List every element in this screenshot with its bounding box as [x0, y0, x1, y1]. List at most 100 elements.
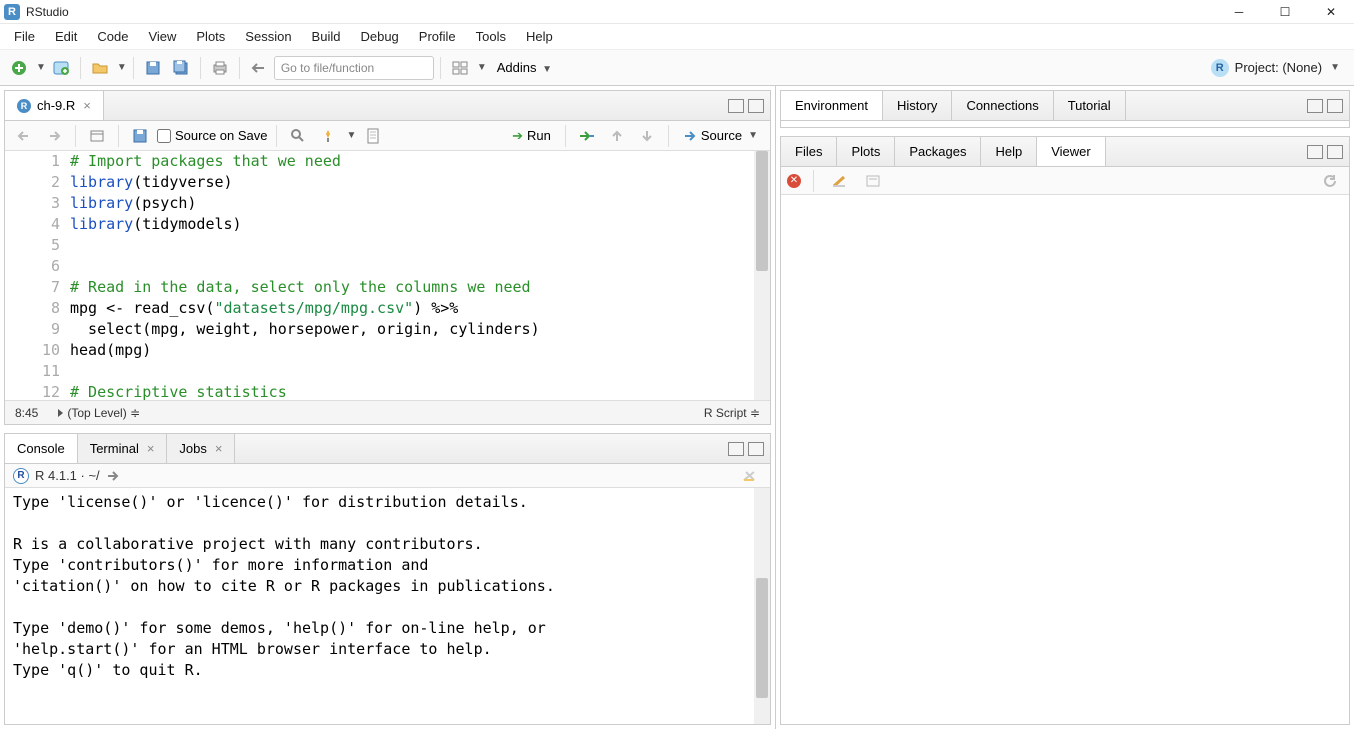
menu-plots[interactable]: Plots [186, 25, 235, 48]
console-pane: ConsoleTerminal×Jobs× R R 4.1.1 · ~/ Typ… [4, 433, 771, 725]
pane-minimize-icon[interactable] [1307, 99, 1323, 113]
console-tab-terminal[interactable]: Terminal× [78, 434, 168, 463]
goto-previous-button[interactable] [246, 56, 272, 80]
viewer-toolbar: ✕ [781, 167, 1349, 195]
menu-session[interactable]: Session [235, 25, 301, 48]
console-tab-console[interactable]: Console [5, 434, 78, 463]
console-output[interactable]: Type 'license()' or 'licence()' for dist… [5, 488, 770, 724]
panes-dropdown[interactable]: ▼ [477, 62, 487, 73]
down-section-button[interactable] [634, 124, 660, 148]
cursor-position: 8:45 [15, 406, 38, 420]
nav-forward-button[interactable] [41, 124, 67, 148]
env-tab-history[interactable]: History [883, 91, 952, 120]
save-button[interactable] [140, 56, 166, 80]
addins-menu[interactable]: Addins ▼ [489, 56, 560, 79]
save-source-button[interactable] [127, 124, 153, 148]
clear-viewer-button[interactable] [826, 169, 852, 193]
menu-bar: FileEditCodeViewPlotsSessionBuildDebugPr… [0, 24, 1354, 50]
viewer-pane: FilesPlotsPackagesHelpViewer ✕ [780, 136, 1350, 725]
files-tab-viewer[interactable]: Viewer [1037, 137, 1106, 166]
toolbar-separator [440, 57, 441, 79]
toolbar-separator [133, 57, 134, 79]
pane-maximize-icon[interactable] [748, 99, 764, 113]
close-button[interactable]: ✕ [1308, 0, 1354, 24]
source-button[interactable]: Source ▼ [677, 126, 764, 145]
project-menu[interactable]: R Project: (None) ▼ [1211, 59, 1348, 77]
find-button[interactable] [285, 124, 311, 148]
remove-viewer-item-button[interactable]: ✕ [787, 174, 801, 188]
rerun-button[interactable] [574, 124, 600, 148]
source-pane: R ch-9.R × Source on Save [4, 90, 771, 425]
goto-file-input[interactable]: Go to file/function [274, 56, 434, 80]
close-tab-icon[interactable]: × [215, 441, 223, 456]
files-tab-packages[interactable]: Packages [895, 137, 981, 166]
code-tools-button[interactable] [315, 124, 341, 148]
editor-scrollbar[interactable] [754, 151, 770, 400]
app-title: RStudio [26, 5, 69, 19]
pane-maximize-icon[interactable] [1327, 145, 1343, 159]
show-in-new-window-button[interactable] [84, 124, 110, 148]
minimize-button[interactable]: ─ [1216, 0, 1262, 24]
pane-minimize-icon[interactable] [728, 99, 744, 113]
save-all-button[interactable] [168, 56, 194, 80]
nav-back-button[interactable] [11, 124, 37, 148]
source-statusbar: 8:45 (Top Level) ≑ R Script ≑ [5, 400, 770, 424]
menu-file[interactable]: File [4, 25, 45, 48]
files-tab-help[interactable]: Help [981, 137, 1037, 166]
open-recent-dropdown[interactable]: ▼ [117, 62, 127, 73]
source-toolbar: Source on Save ▼ ➔Run Source ▼ [5, 121, 770, 151]
files-tab-plots[interactable]: Plots [837, 137, 895, 166]
clear-console-button[interactable] [736, 464, 762, 488]
menu-edit[interactable]: Edit [45, 25, 87, 48]
print-button[interactable] [207, 56, 233, 80]
open-file-button[interactable] [87, 56, 113, 80]
r-file-icon: R [17, 99, 31, 113]
app-logo-icon: R [4, 4, 20, 20]
run-label: Run [527, 128, 551, 143]
menu-build[interactable]: Build [302, 25, 351, 48]
file-type-label[interactable]: R Script ≑ [704, 406, 760, 420]
menu-view[interactable]: View [138, 25, 186, 48]
console-scrollbar[interactable] [754, 488, 770, 724]
console-tab-jobs[interactable]: Jobs× [167, 434, 235, 463]
new-project-button[interactable] [48, 56, 74, 80]
title-bar: R RStudio ─ ☐ ✕ [0, 0, 1354, 24]
close-tab-icon[interactable]: × [83, 98, 91, 113]
compile-report-button[interactable] [360, 124, 386, 148]
menu-profile[interactable]: Profile [409, 25, 466, 48]
source-on-save-checkbox[interactable]: Source on Save [157, 128, 268, 143]
viewer-body [781, 195, 1349, 724]
source-label: Source [701, 128, 742, 143]
r-project-icon: R [1211, 59, 1229, 77]
console-header: R R 4.1.1 · ~/ [5, 464, 770, 488]
menu-debug[interactable]: Debug [350, 25, 408, 48]
pane-minimize-icon[interactable] [728, 442, 744, 456]
files-tab-files[interactable]: Files [781, 137, 837, 166]
refresh-viewer-button[interactable] [1317, 169, 1343, 193]
env-tab-connections[interactable]: Connections [952, 91, 1053, 120]
scope-navigator[interactable]: (Top Level) ≑ [58, 406, 140, 420]
new-file-dropdown[interactable]: ▼ [36, 62, 46, 73]
workspace-panes-button[interactable] [447, 56, 473, 80]
menu-code[interactable]: Code [87, 25, 138, 48]
env-tab-environment[interactable]: Environment [781, 91, 883, 120]
code-editor[interactable]: 12345678910111213 # Import packages that… [5, 151, 770, 400]
run-button[interactable]: ➔Run [506, 126, 557, 146]
toolbar-separator [200, 57, 201, 79]
pane-minimize-icon[interactable] [1307, 145, 1323, 159]
pane-maximize-icon[interactable] [1327, 99, 1343, 113]
source-file-tab[interactable]: R ch-9.R × [5, 91, 104, 120]
console-header-text: R 4.1.1 · ~/ [35, 468, 100, 483]
maximize-button[interactable]: ☐ [1262, 0, 1308, 24]
goto-wd-icon[interactable] [106, 470, 120, 482]
menu-help[interactable]: Help [516, 25, 563, 48]
close-tab-icon[interactable]: × [147, 441, 155, 456]
toolbar-separator [239, 57, 240, 79]
menu-tools[interactable]: Tools [466, 25, 516, 48]
env-tab-tutorial[interactable]: Tutorial [1054, 91, 1126, 120]
open-browser-button[interactable] [860, 169, 886, 193]
up-section-button[interactable] [604, 124, 630, 148]
pane-maximize-icon[interactable] [748, 442, 764, 456]
new-file-button[interactable] [6, 56, 32, 80]
code-tools-dropdown[interactable]: ▼ [347, 130, 357, 141]
